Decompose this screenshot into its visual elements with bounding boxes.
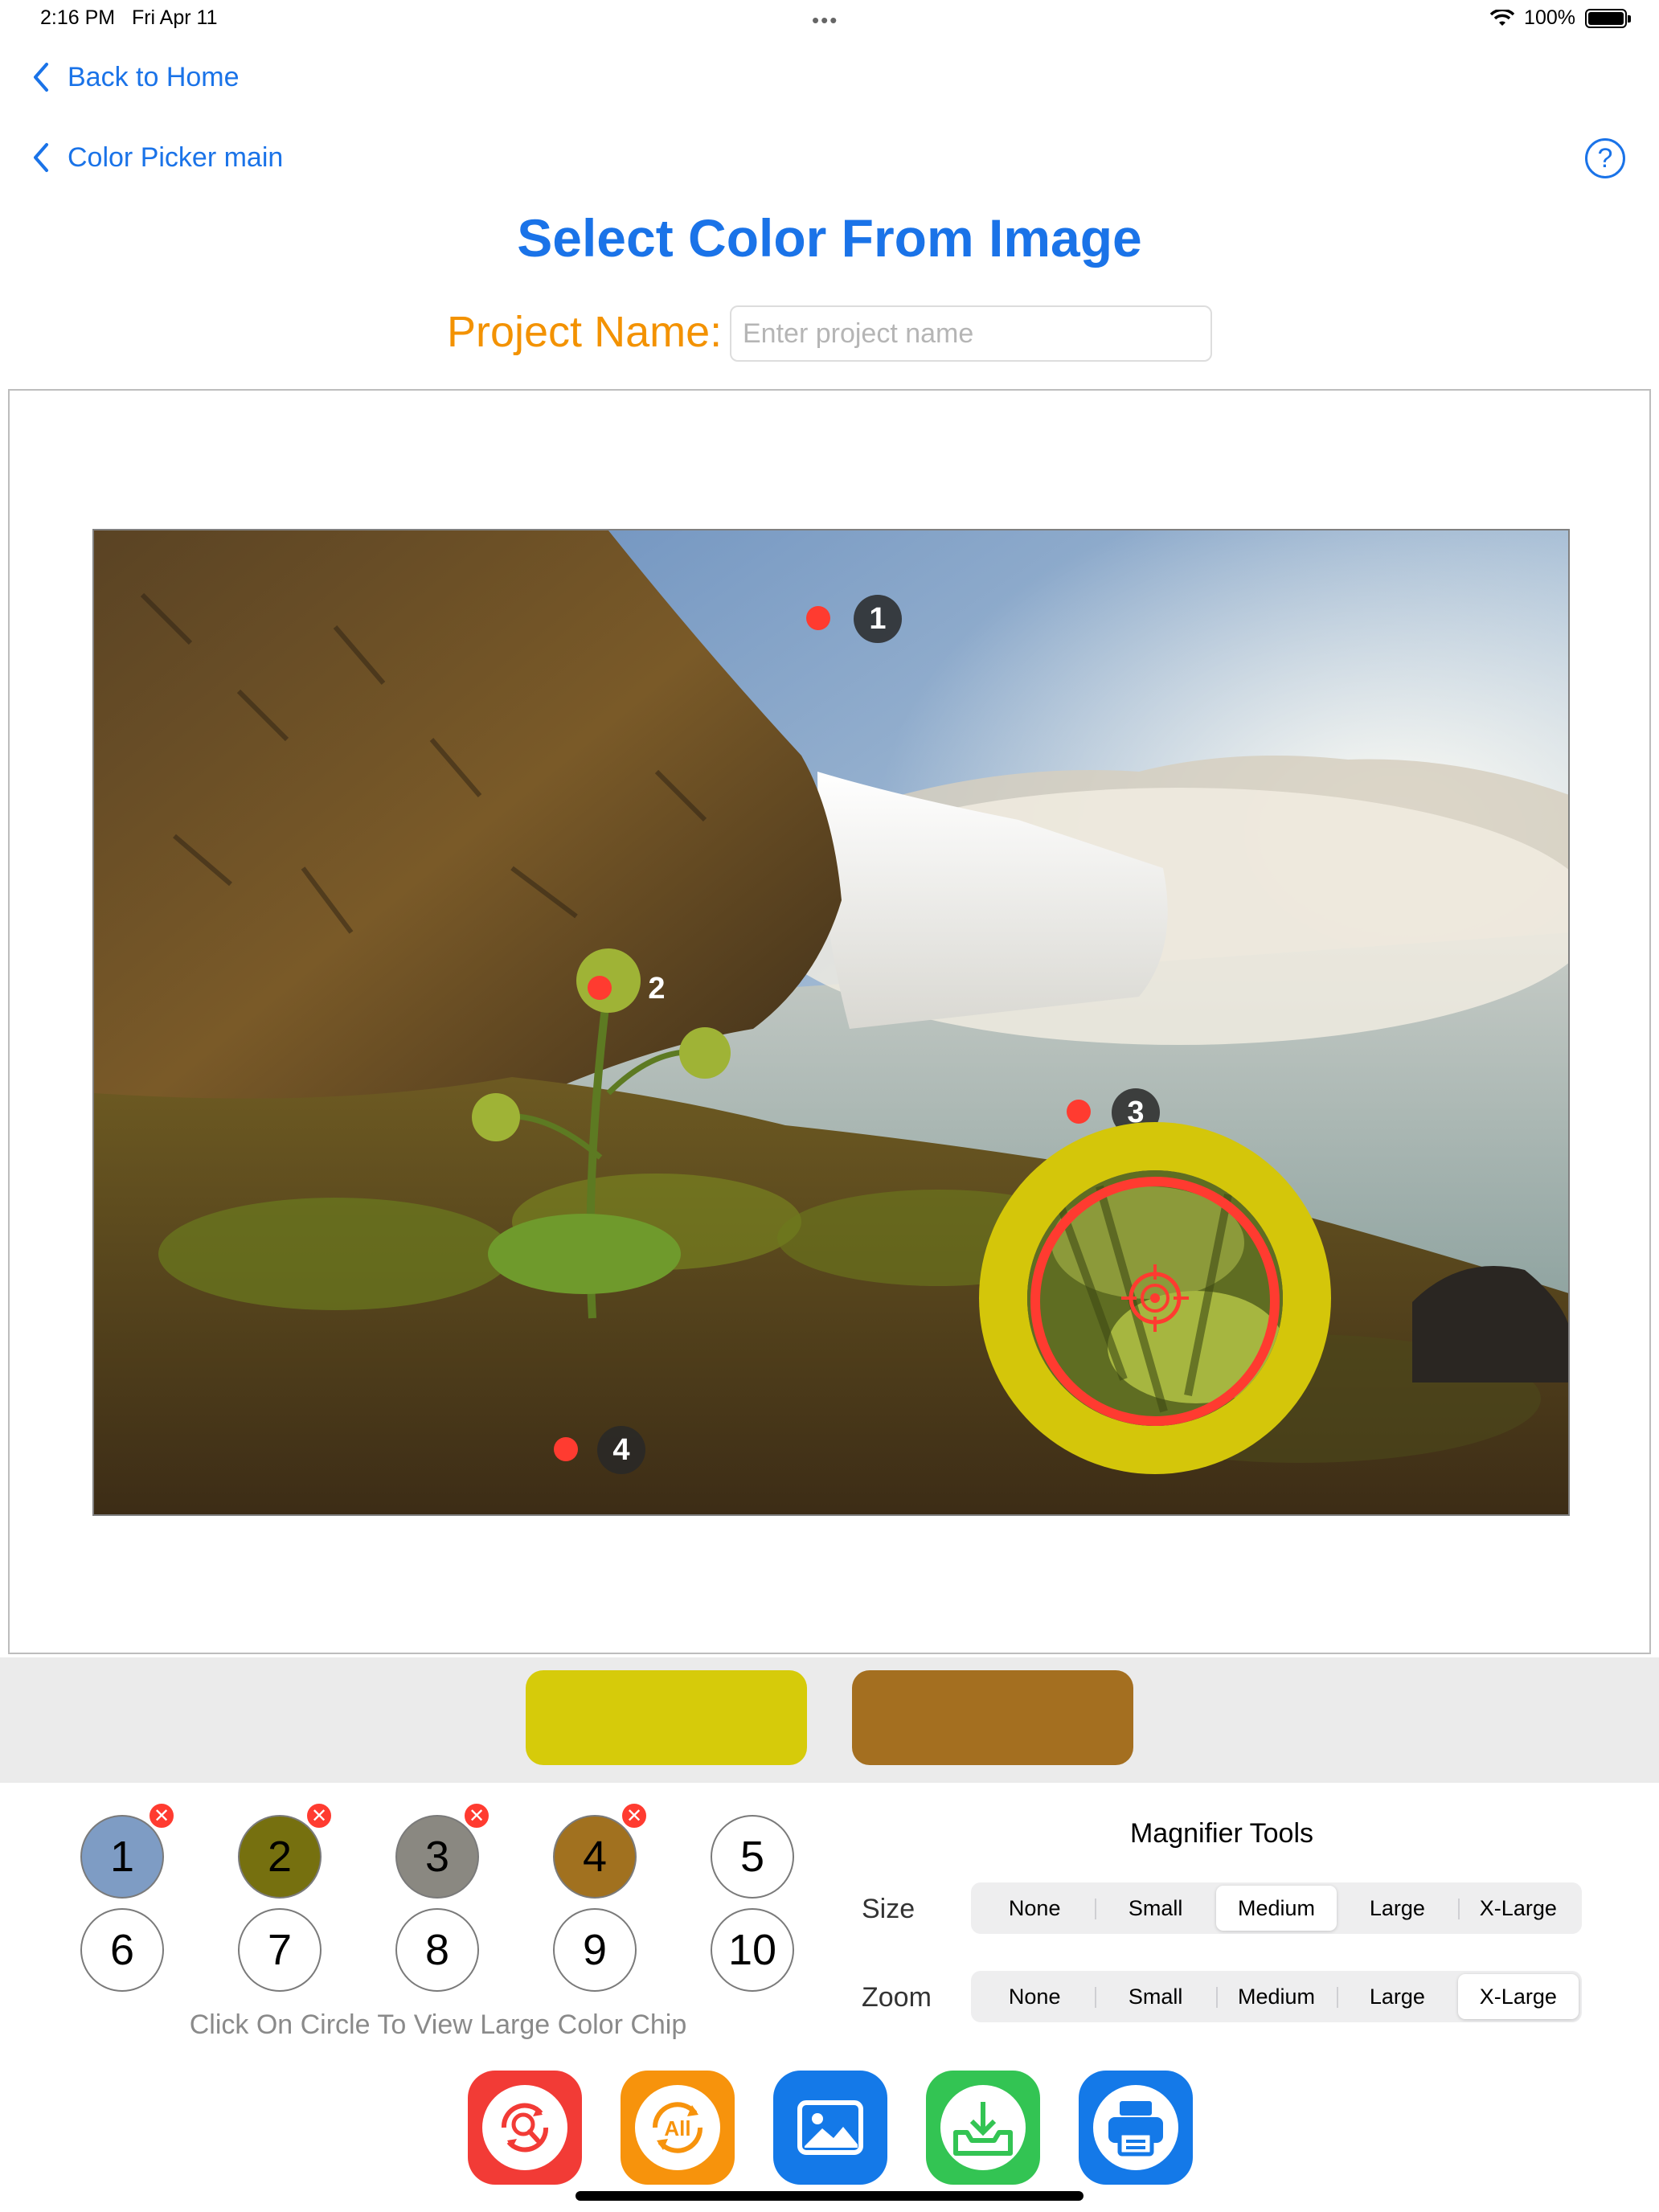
sample-point-3-dot[interactable]	[1067, 1100, 1091, 1124]
chevron-left-icon	[34, 63, 48, 92]
back-to-home-label: Back to Home	[68, 61, 240, 92]
save-button[interactable]	[926, 2071, 1040, 2185]
remove-color-2-icon[interactable]: ✕	[305, 1802, 333, 1829]
zoom-option-none[interactable]: None	[974, 1974, 1095, 2019]
remove-color-1-icon[interactable]: ✕	[148, 1802, 175, 1829]
color-circle-6[interactable]: 6	[80, 1908, 164, 1992]
size-option-small[interactable]: Small	[1095, 1886, 1215, 1931]
status-right: 100%	[1490, 6, 1631, 30]
magnify-refresh-icon	[501, 2103, 549, 2153]
sample-point-4-dot[interactable]	[554, 1437, 578, 1461]
size-segmented-control: None Small Medium Large X-Large	[971, 1882, 1582, 1934]
waterfall-photo[interactable]: 1 2 3 4	[92, 529, 1570, 1516]
reset-search-button[interactable]	[468, 2071, 582, 2185]
crosshair-icon	[1121, 1264, 1189, 1332]
zoom-label: Zoom	[862, 1982, 932, 2013]
color-circle-9[interactable]: 9	[553, 1908, 637, 1992]
large-chip-bar	[0, 1657, 1659, 1783]
remove-color-4-icon[interactable]: ✕	[621, 1802, 648, 1829]
magnifier-loupe[interactable]	[979, 1122, 1331, 1474]
status-time: 2:16 PM Fri Apr 11	[40, 6, 218, 29]
sample-point-1-label[interactable]: 1	[854, 595, 902, 643]
tray-download-icon	[953, 2102, 1013, 2156]
zoom-segmented-control: None Small Medium Large X-Large	[971, 1971, 1582, 2022]
large-color-chip-2[interactable]	[852, 1670, 1133, 1765]
back-to-home-link[interactable]: Back to Home	[31, 61, 240, 93]
reset-search-inner	[482, 2085, 567, 2170]
choose-image-inner	[788, 2085, 873, 2170]
battery-icon	[1585, 8, 1631, 28]
photo-illustration	[94, 530, 1568, 1514]
size-option-medium[interactable]: Medium	[1215, 1886, 1337, 1931]
color-circle-4[interactable]: 4	[553, 1815, 637, 1899]
help-icon[interactable]: ?	[1585, 138, 1625, 178]
color-circle-1[interactable]: 1	[80, 1815, 164, 1899]
printer-icon	[1108, 2101, 1163, 2157]
project-name-input[interactable]	[730, 305, 1212, 362]
project-name-label: Project Name:	[447, 308, 723, 356]
page-title: Select Color From Image	[517, 208, 1142, 268]
battery-percent: 100%	[1524, 6, 1575, 29]
large-color-chip-1[interactable]	[526, 1670, 807, 1765]
zoom-option-medium[interactable]: Medium	[1215, 1974, 1337, 2019]
magnifier-tools-title: Magnifier Tools	[1129, 1818, 1314, 1849]
zoom-option-x-large[interactable]: X-Large	[1457, 1974, 1579, 2019]
sample-point-2-label[interactable]: 2	[633, 965, 681, 1013]
color-circle-10[interactable]: 10	[711, 1908, 794, 1992]
zoom-option-large[interactable]: Large	[1337, 1974, 1457, 2019]
size-option-none[interactable]: None	[974, 1886, 1095, 1931]
choose-image-button[interactable]	[773, 2071, 887, 2185]
print-button[interactable]	[1079, 2071, 1193, 2185]
color-circle-7[interactable]: 7	[238, 1908, 322, 1992]
all-refresh-icon: All	[652, 2102, 703, 2153]
size-label: Size	[862, 1894, 916, 1924]
color-circle-hint: Click On Circle To View Large Color Chip	[189, 2009, 687, 2040]
all-icon-text: All	[664, 2116, 690, 2140]
zoom-option-small[interactable]: Small	[1095, 1974, 1215, 2019]
home-indicator[interactable]	[576, 2191, 1083, 2201]
sample-point-4-label[interactable]: 4	[597, 1426, 645, 1474]
all-colors-inner: All	[635, 2085, 720, 2170]
chevron-left-icon	[34, 143, 48, 172]
size-option-large[interactable]: Large	[1337, 1886, 1457, 1931]
remove-color-3-icon[interactable]: ✕	[463, 1802, 490, 1829]
wifi-icon	[1490, 9, 1515, 26]
color-circle-2[interactable]: 2	[238, 1815, 322, 1899]
size-option-x-large[interactable]: X-Large	[1457, 1886, 1579, 1931]
image-icon	[797, 2100, 863, 2155]
sample-point-2-dot[interactable]	[588, 976, 612, 1000]
back-to-color-picker-label: Color Picker main	[68, 141, 284, 173]
sample-point-1-dot[interactable]	[806, 606, 830, 630]
print-inner	[1093, 2085, 1178, 2170]
multitasking-dots[interactable]: •••	[812, 8, 838, 33]
save-inner	[940, 2085, 1026, 2170]
all-colors-button[interactable]: All	[621, 2071, 735, 2185]
color-circle-5[interactable]: 5	[711, 1815, 794, 1899]
color-circle-3[interactable]: 3	[395, 1815, 479, 1899]
back-to-color-picker-link[interactable]: Color Picker main	[31, 141, 283, 174]
color-circle-8[interactable]: 8	[395, 1908, 479, 1992]
